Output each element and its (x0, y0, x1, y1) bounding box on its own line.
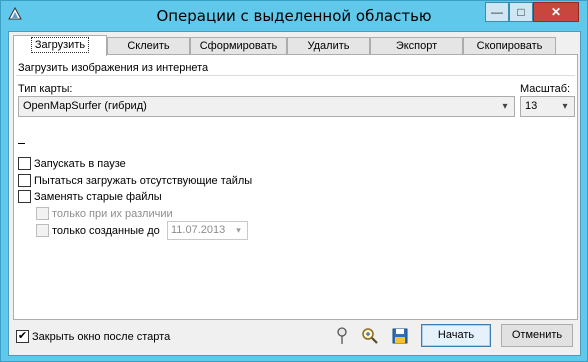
minimize-icon: — (491, 5, 503, 19)
section-title: Загрузить изображения из интернета (18, 62, 209, 74)
tab-generate-label: Сформировать (199, 40, 278, 52)
start-paused-option[interactable]: Запускать в паузе (18, 157, 126, 170)
dialog-client-area: Загрузить Склеить Сформировать Удалить Э… (8, 31, 581, 356)
start-paused-label: Запускать в паузе (34, 157, 126, 170)
minimize-button[interactable]: — (485, 2, 509, 22)
close-after-start-label: Закрыть окно после старта (32, 330, 171, 343)
retry-missing-checkbox[interactable] (18, 174, 31, 187)
only-if-different-checkbox (36, 207, 49, 220)
tab-panel-download: Загрузить изображения из интернета Тип к… (13, 54, 578, 320)
created-before-date-picker[interactable]: 11.07.2013 ▾ (167, 221, 248, 240)
retry-missing-label: Пытаться загружать отсутствующие тайлы (34, 174, 253, 187)
tab-delete-label: Удалить (307, 40, 350, 52)
separator (16, 75, 575, 76)
replace-old-option[interactable]: Заменять старые файлы (18, 190, 162, 203)
only-created-before-checkbox[interactable] (36, 224, 49, 237)
only-if-different-label: только при их различии (52, 207, 173, 220)
created-before-date-value: 11.07.2013 (171, 224, 226, 236)
title-bar[interactable]: Операции с выделенной областью — □ ✕ (1, 1, 587, 32)
map-type-value: OpenMapSurfer (гибрид) (23, 100, 147, 112)
save-icon-button[interactable] (389, 325, 411, 347)
scale-value: 13 (525, 100, 538, 112)
tab-download-label: Загрузить (30, 37, 90, 53)
maximize-icon: □ (517, 5, 525, 19)
dialog-window: Операции с выделенной областью — □ ✕ Заг… (0, 0, 588, 362)
only-if-different-option: только при их различии (36, 207, 173, 220)
pin-icon (337, 327, 347, 344)
start-button[interactable]: Начать (421, 324, 491, 347)
map-type-select[interactable]: OpenMapSurfer (гибрид) ▾ (18, 96, 515, 117)
tab-glue-label: Склеить (127, 40, 170, 52)
scale-label: Масштаб: (520, 83, 571, 95)
tab-download[interactable]: Загрузить (13, 35, 107, 56)
tab-export-label: Экспорт (395, 40, 438, 52)
zoom-icon-button[interactable] (359, 325, 381, 347)
close-icon: ✕ (550, 5, 562, 19)
close-after-start-checkbox[interactable]: ✔ (16, 330, 29, 343)
tab-export[interactable]: Экспорт (370, 37, 463, 55)
close-button[interactable]: ✕ (533, 2, 579, 22)
maximize-button[interactable]: □ (509, 2, 533, 22)
cancel-button[interactable]: Отменить (501, 324, 573, 347)
only-created-before-label: только созданные до (52, 224, 160, 237)
replace-old-label: Заменять старые файлы (34, 190, 162, 203)
chevron-down-icon: ▾ (236, 225, 241, 235)
chevron-down-icon: ▾ (502, 101, 508, 112)
pin-icon-button[interactable] (331, 325, 353, 347)
retry-missing-option[interactable]: Пытаться загружать отсутствующие тайлы (18, 174, 252, 187)
tab-delete[interactable]: Удалить (287, 37, 370, 55)
map-type-label: Тип карты: (18, 83, 73, 95)
separator-mark (18, 143, 25, 144)
start-paused-checkbox[interactable] (18, 157, 31, 170)
save-icon (392, 328, 408, 344)
tab-glue[interactable]: Склеить (107, 37, 190, 55)
chevron-down-icon: ▾ (562, 101, 568, 112)
replace-old-checkbox[interactable] (18, 190, 31, 203)
tab-copy[interactable]: Скопировать (463, 37, 556, 55)
close-after-start-option[interactable]: ✔ Закрыть окно после старта (16, 330, 170, 343)
tab-generate[interactable]: Сформировать (190, 37, 287, 55)
scale-select[interactable]: 13 ▾ (520, 96, 575, 117)
tab-copy-label: Скопировать (476, 40, 543, 52)
zoom-icon (362, 328, 378, 344)
only-created-before-option[interactable]: только созданные до (36, 224, 160, 237)
